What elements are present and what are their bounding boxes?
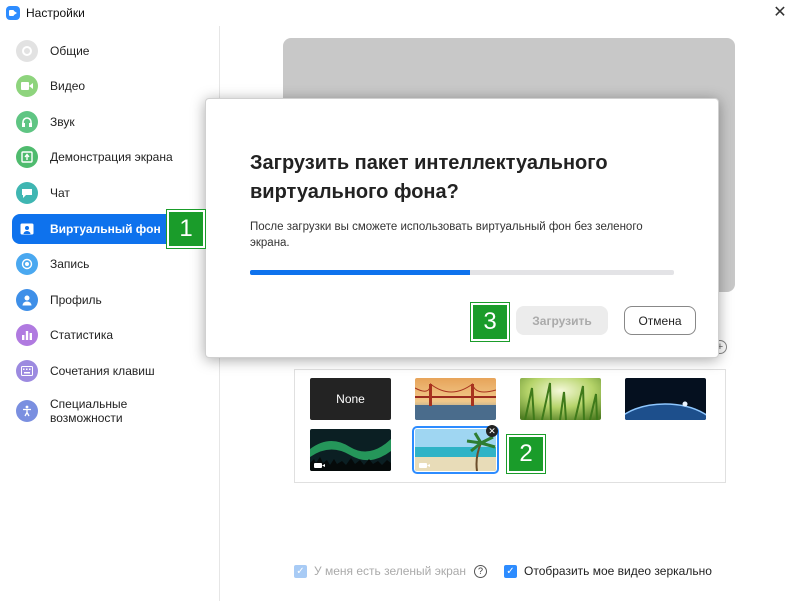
- window-title: Настройки: [26, 6, 85, 20]
- green-screen-option[interactable]: ✓ У меня есть зеленый экран ?: [294, 564, 488, 578]
- aurora-image: [310, 429, 391, 471]
- title-bar: Настройки ✕: [0, 0, 800, 26]
- sidebar-item-chat[interactable]: Чат: [12, 178, 208, 208]
- cancel-button[interactable]: Отмена: [624, 306, 696, 335]
- beach-image: [415, 429, 496, 471]
- mirror-video-option[interactable]: ✓ Отобразить мое видео зеркально: [504, 564, 712, 578]
- sidebar-item-keyboard-shortcuts[interactable]: Сочетания клавиш: [12, 356, 208, 386]
- sidebar-item-label: Демонстрация экрана: [50, 150, 173, 164]
- sidebar-item-label: Запись: [50, 257, 90, 271]
- statistics-icon: [16, 324, 38, 346]
- sidebar-item-recording[interactable]: Запись: [12, 249, 208, 279]
- download-package-dialog: Загрузить пакет интеллектуального виртуа…: [205, 98, 719, 358]
- sidebar-item-label: Виртуальный фон: [50, 222, 161, 236]
- sidebar-item-label: Общие: [50, 44, 90, 58]
- download-progress-fill: [250, 270, 471, 275]
- grass-image: [520, 378, 601, 420]
- record-icon: [16, 253, 38, 275]
- headphones-icon: [16, 111, 38, 133]
- green-screen-checkbox[interactable]: ✓: [294, 564, 307, 578]
- remove-background-icon[interactable]: ✕: [486, 425, 498, 437]
- profile-icon: [16, 289, 38, 311]
- step-marker-2: 2: [507, 435, 545, 473]
- green-screen-label: У меня есть зеленый экран: [314, 564, 467, 578]
- sidebar-item-accessibility[interactable]: Специальные возможности: [12, 392, 208, 430]
- background-none-label: None: [336, 392, 365, 406]
- background-beach[interactable]: [412, 426, 499, 474]
- sidebar-item-label: Видео: [50, 79, 86, 93]
- download-button[interactable]: Загрузить: [516, 306, 608, 335]
- earth-image: [625, 378, 706, 420]
- virtual-background-icon: [16, 218, 38, 240]
- accessibility-icon: [16, 400, 38, 422]
- background-aurora[interactable]: [310, 429, 391, 471]
- background-grass[interactable]: [520, 378, 601, 420]
- golden-gate-image: [415, 378, 496, 420]
- chat-icon: [16, 182, 38, 204]
- sidebar-item-label: Статистика: [50, 328, 114, 342]
- sidebar-item-general[interactable]: Общие: [12, 36, 208, 66]
- gear-icon: [16, 40, 38, 62]
- settings-sidebar: Общие Видео Звук Демонстрация экрана Чат…: [0, 26, 220, 601]
- sidebar-item-label: Звук: [50, 115, 75, 129]
- dialog-message: После загрузки вы сможете использовать в…: [250, 221, 643, 249]
- keyboard-icon: [16, 360, 38, 382]
- help-icon[interactable]: ?: [474, 564, 488, 578]
- sidebar-item-label: Чат: [50, 186, 70, 200]
- sidebar-item-video[interactable]: Видео: [12, 71, 208, 101]
- mirror-video-label: Отобразить мое видео зеркально: [524, 564, 712, 578]
- download-progress-bar: [250, 270, 674, 275]
- background-earth[interactable]: [625, 378, 706, 420]
- sidebar-item-audio[interactable]: Звук: [12, 107, 208, 137]
- background-golden-gate[interactable]: [415, 378, 496, 420]
- share-screen-icon: [16, 146, 38, 168]
- mirror-video-checkbox[interactable]: ✓: [504, 564, 517, 578]
- zoom-app-icon: [6, 6, 20, 20]
- step-marker-3: 3: [471, 303, 509, 341]
- sidebar-item-label: Сочетания клавиш: [50, 364, 155, 378]
- step-marker-1: 1: [167, 210, 205, 248]
- background-none[interactable]: None: [310, 378, 391, 420]
- sidebar-item-screen-share[interactable]: Демонстрация экрана: [12, 142, 208, 172]
- sidebar-item-statistics[interactable]: Статистика: [12, 320, 208, 350]
- sidebar-item-label: Специальные возможности: [50, 397, 128, 425]
- sidebar-item-profile[interactable]: Профиль: [12, 285, 208, 315]
- close-icon[interactable]: ✕: [770, 3, 790, 23]
- dialog-title: Загрузить пакет интеллектуального виртуа…: [250, 152, 608, 203]
- video-icon: [16, 75, 38, 97]
- sidebar-item-label: Профиль: [50, 293, 102, 307]
